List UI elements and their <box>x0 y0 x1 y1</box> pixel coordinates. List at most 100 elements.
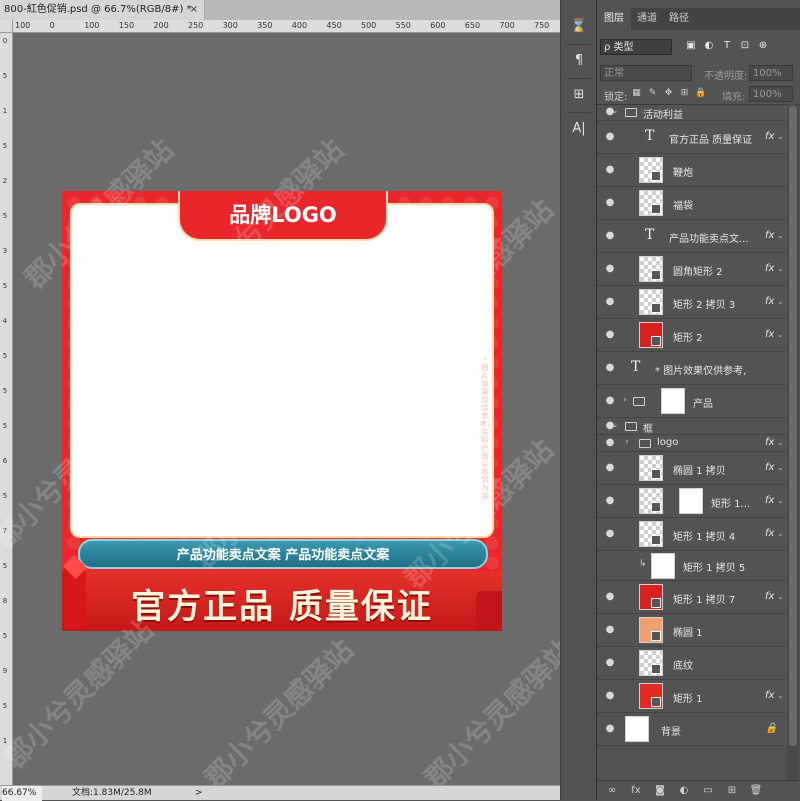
adjustment-filter-icon[interactable]: ◐ <box>703 40 715 52</box>
mask-icon[interactable]: ◙ <box>653 784 667 798</box>
ruler-top[interactable]: 100 0 100 150 200 250 300 350 400 450 500 550 600 650… <box>13 20 560 33</box>
chevron-down-icon[interactable]: ⌄ <box>777 592 784 601</box>
fx-icon[interactable]: fx <box>765 296 774 307</box>
visibility-eye-icon[interactable]: ● <box>603 437 617 448</box>
layer-row[interactable]: ● › 产品 <box>597 385 785 418</box>
layer-thumbnail[interactable] <box>639 190 663 216</box>
layer-row[interactable]: ● 圆角矩形 2 fx ⌄ <box>597 253 785 286</box>
layer-thumbnail[interactable] <box>639 455 663 481</box>
type-filter-icon[interactable]: T <box>721 40 733 52</box>
fx-icon[interactable]: fx <box>765 591 774 602</box>
new-group-icon[interactable]: ▭ <box>701 784 715 798</box>
link-layers-icon[interactable]: ∞ <box>605 784 619 798</box>
expand-arrow-icon[interactable]: › <box>625 437 629 447</box>
visibility-eye-icon[interactable]: ● <box>603 230 617 241</box>
visibility-eye-icon[interactable]: ● <box>603 296 617 307</box>
collapse-arrow-icon[interactable]: ⌄ <box>611 420 619 430</box>
layer-thumbnail[interactable] <box>625 716 649 742</box>
pixel-filter-icon[interactable]: ▣ <box>685 40 697 52</box>
layer-row[interactable]: ● 椭圆 1 <box>597 614 785 647</box>
visibility-eye-icon[interactable]: ● <box>603 657 617 668</box>
layer-row[interactable]: ● ⌄ 活动利益 <box>597 104 785 121</box>
paragraph-icon[interactable]: ¶ <box>570 52 588 70</box>
visibility-eye-icon[interactable]: ● <box>603 591 617 602</box>
layer-row[interactable]: ● 矩形 1 拷贝 7 fx ⌄ <box>597 581 785 614</box>
layer-thumbnail[interactable] <box>639 488 663 514</box>
artwork-canvas[interactable]: 品牌LOGO *图片效果仅供参考，实际产品以收到为准 产品功能卖点文案 产品功能… <box>62 191 502 631</box>
layer-row[interactable]: ● 椭圆 1 拷贝 fx ⌄ <box>597 452 785 485</box>
chevron-down-icon[interactable]: ⌄ <box>777 231 784 240</box>
fx-icon[interactable]: fx <box>765 131 774 142</box>
layer-row[interactable]: ● 底纹 <box>597 647 785 680</box>
visibility-eye-icon[interactable]: ● <box>603 329 617 340</box>
expand-arrow-icon[interactable]: › <box>623 395 627 405</box>
character-icon[interactable]: A| <box>570 120 588 138</box>
visibility-eye-icon[interactable]: ● <box>603 362 617 373</box>
chevron-down-icon[interactable]: ⌄ <box>777 529 784 538</box>
adjustment-icon[interactable]: ◐ <box>677 784 691 798</box>
fx-icon[interactable]: fx <box>765 329 774 340</box>
layer-row[interactable]: ● › logo fx ⌄ <box>597 435 785 452</box>
zoom-field[interactable]: 66.67% <box>2 786 42 801</box>
lock-image-icon[interactable]: ✎ <box>647 88 658 99</box>
layer-thumbnail[interactable] <box>639 683 663 709</box>
chevron-down-icon[interactable]: ⌄ <box>777 264 784 273</box>
lock-position-icon[interactable]: ✥ <box>663 88 674 99</box>
layer-thumbnail[interactable] <box>639 617 663 643</box>
new-layer-icon[interactable]: ⊞ <box>725 784 739 798</box>
smart-object-filter-icon[interactable]: ⊕ <box>757 40 769 52</box>
layer-row[interactable]: ● 背景 🔒 <box>597 713 785 746</box>
tab-layers[interactable]: 图层 <box>597 8 631 30</box>
visibility-eye-icon[interactable]: ● <box>603 131 617 142</box>
layer-thumbnail[interactable] <box>639 650 663 676</box>
layer-row[interactable]: ● 矩形 1 拷贝 4 fx ⌄ <box>597 518 785 551</box>
visibility-eye-icon[interactable]: ● <box>603 263 617 274</box>
layer-row[interactable]: ● T 产品功能卖点文... fx ⌄ <box>597 220 785 253</box>
fx-icon[interactable]: fx <box>765 462 774 473</box>
filter-type-select[interactable]: ρ 类型 <box>600 39 672 55</box>
layer-row[interactable]: ● 福袋 <box>597 187 785 220</box>
layer-thumbnail[interactable] <box>639 157 663 183</box>
fx-icon[interactable]: fx <box>765 437 774 448</box>
scrollbar-thumb[interactable] <box>789 106 797 746</box>
layer-mask-thumbnail[interactable] <box>679 488 703 514</box>
layer-row[interactable]: ● T 官方正品 质量保证 fx ⌄ <box>597 121 785 154</box>
visibility-eye-icon[interactable]: ● <box>603 528 617 539</box>
layer-mask-thumbnail[interactable] <box>661 388 685 414</box>
blend-mode-select[interactable]: 正常 <box>600 65 692 81</box>
visibility-eye-icon[interactable]: ● <box>603 624 617 635</box>
layer-thumbnail[interactable] <box>639 256 663 282</box>
chevron-down-icon[interactable]: ⌄ <box>777 297 784 306</box>
fx-icon[interactable]: fx <box>765 528 774 539</box>
fx-icon[interactable]: fx <box>629 784 643 798</box>
fx-icon[interactable]: fx <box>765 263 774 274</box>
fx-icon[interactable]: fx <box>765 690 774 701</box>
chevron-down-icon[interactable]: ⌄ <box>777 463 784 472</box>
tab-paths[interactable]: 路径 <box>663 8 695 30</box>
status-menu-arrow[interactable]: > <box>195 786 203 801</box>
layer-row[interactable]: ● 矩形 1 fx ⌄ <box>597 680 785 713</box>
lock-pixels-icon[interactable]: ▦ <box>631 88 642 99</box>
layer-thumbnail[interactable] <box>639 521 663 547</box>
visibility-eye-icon[interactable]: ● <box>603 164 617 175</box>
chevron-down-icon[interactable]: ⌄ <box>777 132 784 141</box>
chevron-down-icon[interactable]: ⌄ <box>777 438 784 447</box>
layer-row[interactable]: ↳ 矩形 1 拷贝 5 <box>597 551 785 581</box>
properties-icon[interactable]: ⊞ <box>570 86 588 104</box>
chevron-down-icon[interactable]: ⌄ <box>777 330 784 339</box>
layer-row[interactable]: ● 矩形 1... fx ⌄ <box>597 485 785 518</box>
visibility-eye-icon[interactable]: ● <box>603 395 617 406</box>
fx-icon[interactable]: fx <box>765 230 774 241</box>
fill-field[interactable]: 100% <box>749 86 793 102</box>
layer-thumbnail[interactable] <box>639 584 663 610</box>
lock-all-icon[interactable]: 🔒 <box>695 88 706 99</box>
document-tab[interactable]: 800-紅色促销.psd @ 66.7%(RGB/8#) * × <box>0 0 205 20</box>
visibility-eye-icon[interactable]: ● <box>603 495 617 506</box>
layer-row[interactable]: ● ⌄ 框 <box>597 418 785 435</box>
visibility-eye-icon[interactable]: ● <box>603 462 617 473</box>
collapse-arrow-icon[interactable]: ⌄ <box>611 106 619 116</box>
opacity-field[interactable]: 100% <box>749 65 793 81</box>
visibility-eye-icon[interactable]: ● <box>603 197 617 208</box>
ruler-corner[interactable] <box>0 20 13 33</box>
canvas-area[interactable]: 品牌LOGO *图片效果仅供参考，实际产品以收到为准 产品功能卖点文案 产品功能… <box>13 33 560 785</box>
